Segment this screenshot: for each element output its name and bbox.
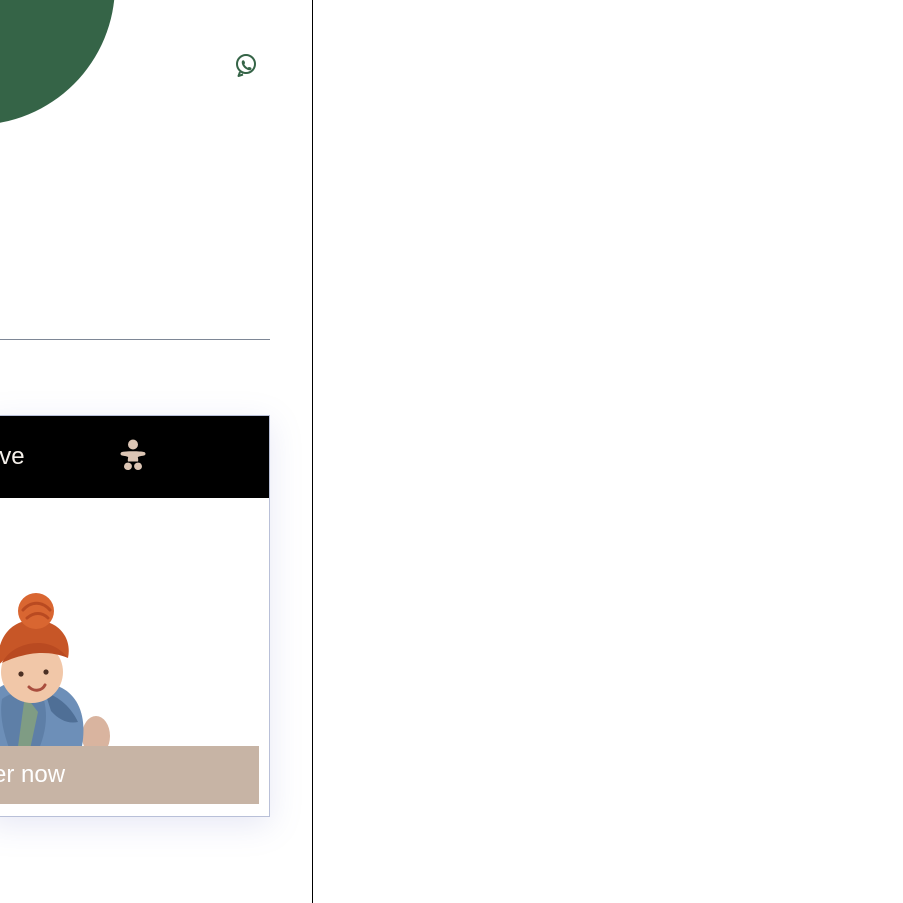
section-divider-line (0, 339, 270, 340)
whatsapp-button[interactable] (231, 50, 261, 80)
baby-icon (120, 439, 146, 470)
empty-right-pane (313, 0, 903, 903)
promo-card: y’s Love (0, 415, 270, 817)
promo-title: y’s Love (0, 443, 25, 470)
screenshot-page: y’s Love (0, 0, 903, 903)
left-pane: y’s Love (0, 0, 312, 903)
baby-product-image (0, 593, 110, 756)
order-now-button[interactable]: Order now (0, 746, 259, 804)
whatsapp-icon (236, 54, 256, 77)
order-now-label: Order now (0, 761, 66, 788)
green-hero-circle (0, 0, 115, 125)
promo-header: y’s Love (0, 416, 269, 498)
